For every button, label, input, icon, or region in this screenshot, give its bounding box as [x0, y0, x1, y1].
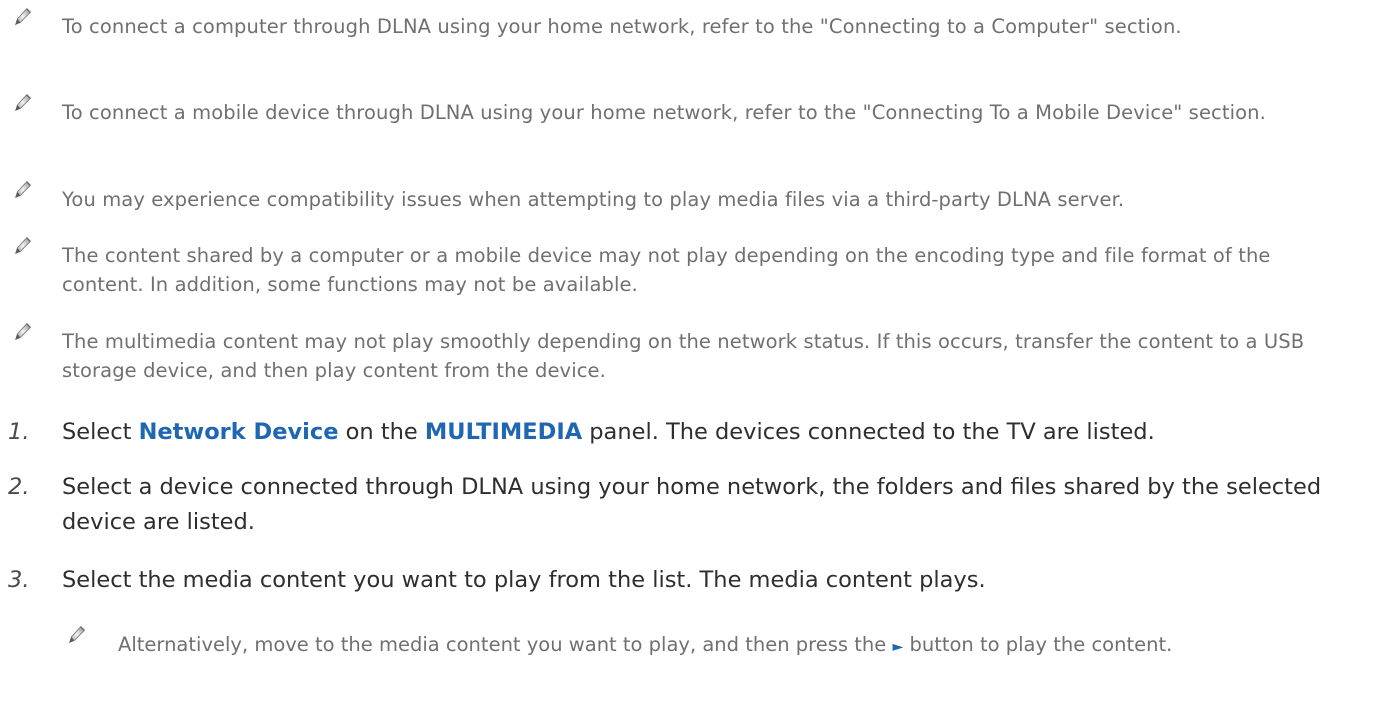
pencil-icon [14, 237, 32, 255]
manual-page: To connect a computer through DLNA using… [0, 0, 1373, 704]
multimedia-keyword: MULTIMEDIA [424, 419, 583, 445]
step-text-segment: on the [338, 419, 425, 445]
note-text: To connect a mobile device through DLNA … [62, 101, 1266, 124]
note-text: Alternatively, move to the media content… [118, 630, 1338, 662]
step-text: Select the media content you want to pla… [62, 567, 986, 593]
note-text: The content shared by a computer or a mo… [62, 244, 1271, 296]
step-number: 1. [8, 419, 30, 445]
step-text: Select a device connected through DLNA u… [62, 474, 1322, 535]
note-text: You may experience compatibility issues … [62, 188, 1125, 211]
step-text-segment: Select [62, 419, 139, 445]
note-text-segment: Alternatively, move to the media content… [118, 633, 893, 656]
pencil-icon [14, 181, 32, 199]
play-icon: ► [892, 639, 904, 655]
pencil-icon [14, 94, 32, 112]
pencil-icon [14, 8, 32, 26]
note-text-segment: button to play the content. [903, 633, 1173, 656]
step-number: 3. [8, 567, 30, 593]
note-text: To connect a computer through DLNA using… [62, 15, 1182, 38]
step-number: 2. [8, 474, 30, 500]
step-text-segment: panel. The devices connected to the TV a… [582, 419, 1155, 445]
note-text: The multimedia content may not play smoo… [62, 330, 1305, 382]
pencil-icon [14, 323, 32, 341]
network-device-keyword: Network Device [138, 419, 339, 445]
pencil-icon [68, 626, 86, 644]
step-text: Select Network Device on the MULTIMEDIA … [62, 415, 1352, 450]
